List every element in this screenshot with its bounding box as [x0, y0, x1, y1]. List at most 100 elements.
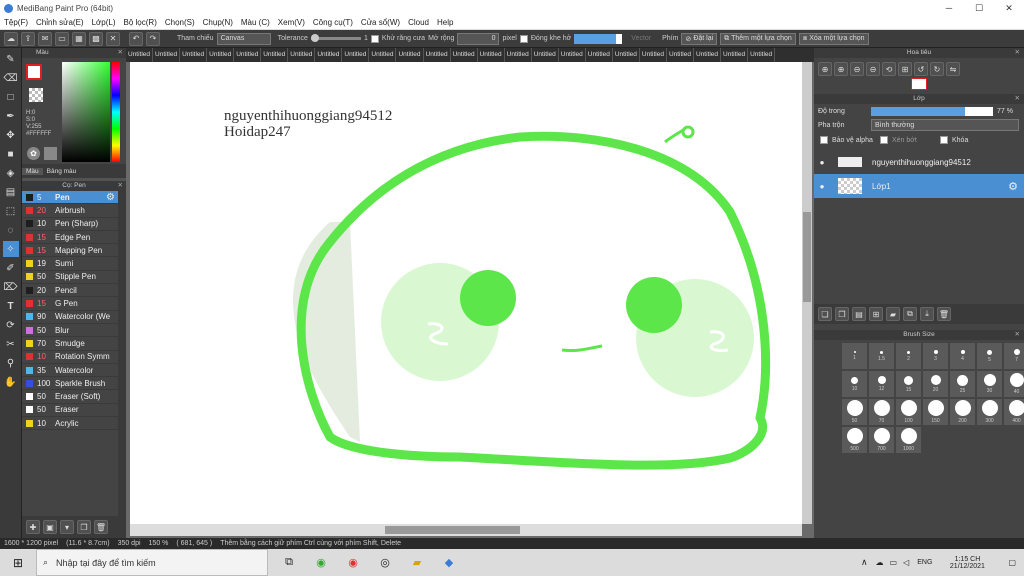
visibility-eye-icon[interactable]: ● [814, 182, 830, 191]
menu-layer[interactable]: Lớp(L) [88, 18, 120, 27]
brush-item[interactable]: 70 Smudge [22, 337, 118, 351]
move-tool-icon[interactable]: ✥ [3, 127, 19, 143]
lasso-tool-icon[interactable]: ◌ [3, 222, 19, 238]
brush-item[interactable]: 19 Sumi [22, 257, 118, 271]
hand-tool-icon[interactable]: ✋ [3, 374, 19, 390]
brush-size-cell[interactable]: 10 [842, 371, 867, 397]
canvas-horizontal-scrollbar[interactable] [130, 524, 802, 536]
brush-item[interactable]: 20 Pencil [22, 284, 118, 298]
document-tab[interactable]: Untitled [586, 48, 613, 62]
palette-icon[interactable]: ✿ [27, 147, 40, 160]
remove-selection-button[interactable]: ⧈ Xóa một lựa chọn [798, 32, 869, 45]
add-selection-button[interactable]: ⧉ Thêm một lựa chọn [720, 32, 796, 45]
menu-color[interactable]: Màu (C) [237, 18, 274, 27]
protect-alpha-checkbox[interactable] [820, 136, 828, 144]
fill-rect-tool-icon[interactable]: ■ [3, 146, 19, 162]
brush-item[interactable]: 15 Mapping Pen [22, 244, 118, 258]
close-icon[interactable]: ✕ [1015, 48, 1020, 58]
menu-file[interactable]: Tệp(F) [0, 18, 32, 27]
eraser-tool-icon[interactable]: ⌫ [3, 70, 19, 86]
swatch-icon[interactable] [44, 147, 57, 160]
new-layer-icon[interactable]: ❏ [818, 307, 832, 321]
document-tab[interactable]: Untitled [207, 48, 235, 62]
menu-select[interactable]: Chọn(S) [161, 18, 199, 27]
brush-size-cell[interactable]: 50 [842, 399, 867, 425]
taskbar-search[interactable]: ⌕ Nhập tại đây để tìm kiếm [36, 549, 268, 576]
lock-checkbox[interactable] [940, 136, 948, 144]
minimize-button[interactable]: ─ [934, 3, 964, 13]
brush-size-cell[interactable]: 4 [950, 343, 975, 369]
brush-size-cell[interactable]: 70 [869, 399, 894, 425]
zoom-out-alt-icon[interactable]: ⊖ [866, 62, 880, 76]
gapclose-checkbox[interactable] [519, 34, 528, 43]
brush-item[interactable]: 20 Airbrush [22, 204, 118, 218]
brush-item[interactable]: 10 Acrylic [22, 417, 118, 431]
zoom-in-icon[interactable]: ⊕ [818, 62, 832, 76]
brush-item[interactable]: 50 Eraser (Soft) [22, 390, 118, 404]
document-tab[interactable]: Untitled [424, 48, 451, 62]
brush-size-cell[interactable]: 7 [1004, 343, 1024, 369]
menu-cloud[interactable]: Cloud [404, 18, 433, 27]
merge-layer-icon[interactable]: ⤓ [920, 307, 934, 321]
grid-alt-icon[interactable]: ▩ [89, 31, 103, 46]
brush-settings-icon[interactable]: ▾ [60, 520, 74, 534]
rectangle-tool-icon[interactable]: □ [3, 89, 19, 105]
blend-select[interactable]: Bình thường [871, 119, 1019, 131]
brush-item[interactable]: 10 Pen (Sharp) [22, 218, 118, 231]
brush-size-cell[interactable]: 200 [950, 399, 975, 425]
magic-wand-tool-icon[interactable]: ✧ [2, 241, 19, 257]
document-tab[interactable]: Untitled [315, 48, 343, 62]
cloud-icon[interactable]: ☁ [4, 31, 18, 46]
document-tab[interactable]: Untitled [478, 48, 505, 62]
duplicate-layer-icon[interactable]: ⧉ [903, 307, 917, 321]
document-tab[interactable]: Untitled [396, 48, 424, 62]
flip-icon[interactable]: ⇋ [946, 62, 960, 76]
layer-row[interactable]: ● Lớp1 ⚙ [814, 174, 1024, 198]
document-tab[interactable]: Untitled [126, 48, 154, 62]
document-tab[interactable]: Untitled [694, 48, 722, 62]
document-tab[interactable]: Untitled [640, 48, 667, 62]
brush-size-cell[interactable]: 2 [896, 343, 921, 369]
antialias-checkbox[interactable] [370, 34, 379, 43]
zoom-out-icon[interactable]: ⊖ [850, 62, 864, 76]
brush-item[interactable]: 5 Pen ⚙ [22, 191, 118, 205]
document-tab[interactable]: Untitled [261, 48, 289, 62]
brush-size-cell[interactable]: 100 [896, 399, 921, 425]
brush-size-cell[interactable]: 700 [869, 427, 894, 453]
new-8bit-layer-icon[interactable]: ▤ [852, 307, 866, 321]
menu-filter[interactable]: Bộ lọc(R) [120, 18, 161, 27]
layer-settings-gear-icon[interactable]: ⚙ [1008, 180, 1018, 193]
chevron-up-icon[interactable]: ∧ [861, 557, 868, 568]
slider-knob-icon[interactable] [310, 34, 319, 42]
reference-select[interactable]: Canvas [216, 32, 271, 45]
document-tab[interactable]: Untitled [667, 48, 694, 62]
operation-tool-icon[interactable]: ⟳ [3, 317, 19, 333]
copy-brush-icon[interactable]: ❐ [77, 520, 91, 534]
rotate-left-icon[interactable]: ↺ [914, 62, 928, 76]
close-icon[interactable]: ✕ [1015, 330, 1020, 340]
zoom-in-alt-icon[interactable]: ⊕ [834, 62, 848, 76]
brush-size-cell[interactable]: 40 [1004, 371, 1024, 397]
grid-icon[interactable]: ▦ [72, 31, 86, 46]
window-icon[interactable]: ▭ [55, 31, 69, 46]
close-canvas-icon[interactable]: ✕ [106, 31, 120, 46]
clipping-checkbox[interactable] [880, 136, 888, 144]
brush-size-cell[interactable]: 3 [923, 343, 948, 369]
windows-start-icon[interactable]: ⊞ [0, 556, 36, 570]
visibility-eye-icon[interactable]: ● [814, 158, 830, 167]
clock[interactable]: 1:15 CH 21/12/2021 [942, 556, 992, 570]
maximize-button[interactable]: ☐ [964, 3, 994, 14]
undo-icon[interactable]: ↶ [129, 31, 143, 46]
document-tab[interactable]: Untitled [342, 48, 370, 62]
notification-icon[interactable]: ▢ [1008, 558, 1016, 567]
menu-view[interactable]: Xem(V) [274, 18, 309, 27]
foreground-color-swatch[interactable] [26, 64, 42, 80]
brush-item[interactable]: 50 Eraser [22, 404, 118, 418]
folder-icon[interactable]: ▰ [886, 307, 900, 321]
hue-slider[interactable] [112, 62, 120, 162]
document-tab[interactable]: Untitled [451, 48, 478, 62]
brush-item[interactable]: 15 G Pen [22, 297, 118, 311]
horizontal-scroll-thumb[interactable] [385, 526, 520, 534]
new-halftone-layer-icon[interactable]: ❐ [835, 307, 849, 321]
tolerance-slider[interactable] [310, 34, 361, 42]
